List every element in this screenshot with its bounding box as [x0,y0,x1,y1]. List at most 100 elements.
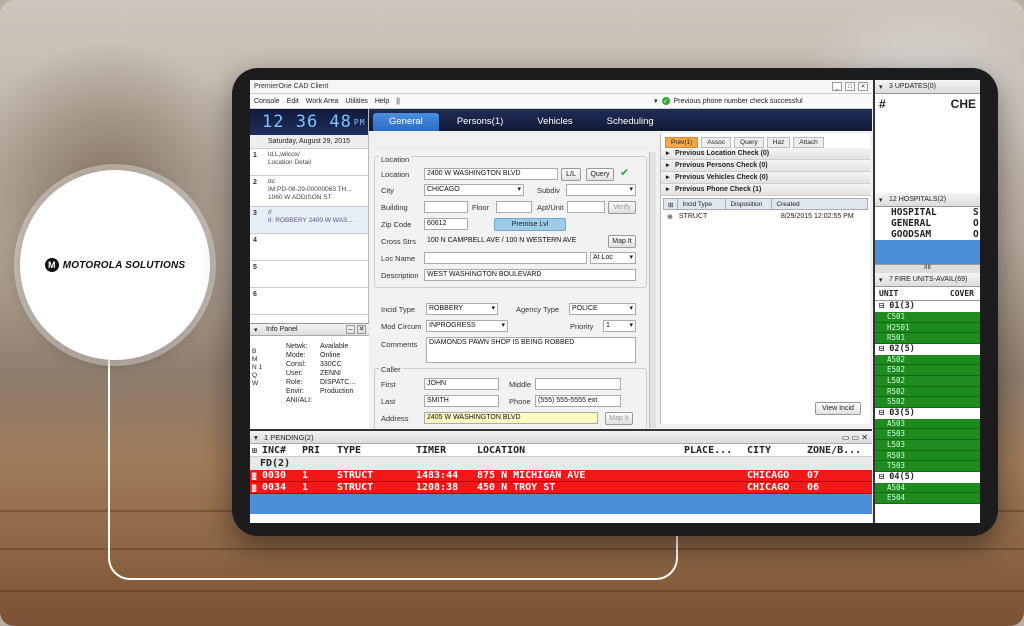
prev-location-check[interactable]: Previous Location Check (0) [661,148,870,160]
col-location[interactable]: LOCATION [477,445,525,456]
col-cover[interactable]: COVER [950,289,974,298]
work-slot-6[interactable]: 6 [250,288,368,315]
tab-assoc[interactable]: Assoc [701,137,732,148]
col-disposition[interactable]: Disposition [726,199,773,209]
pending-row[interactable]: ◙ 0034 1 STRUCT 1208:38 450 N TROY ST CH… [250,482,872,494]
unit-group[interactable]: ⊟ 04(5) [875,472,980,483]
address-input[interactable]: 2405 W WASHINGTON BLVD [424,412,598,424]
loc-name-input[interactable] [424,252,587,264]
menu-work-area[interactable]: Work Area [306,98,339,105]
unit-row[interactable]: S502 [875,397,980,408]
first-name-input[interactable]: JOHN [424,378,499,390]
hospital-row[interactable]: GOODSAM O [875,229,980,240]
unit-row[interactable]: A504 [875,482,980,494]
hospital-row[interactable]: HOSPITAL S [875,207,980,218]
tab-general[interactable]: General [373,113,439,131]
col-timer[interactable]: TIMER [416,445,446,456]
priority-select[interactable]: 1 [603,320,636,332]
phone-check-row[interactable]: ⊕ STRUCT 8/29/2015 12:02:55 PM [661,210,870,221]
pause-icon[interactable]: || [396,98,400,105]
phone-input[interactable]: (555) 555-5555 ext [535,395,621,407]
col-inc[interactable]: INC# [262,445,286,456]
city-select[interactable]: CHICAGO [424,184,524,196]
query-button[interactable]: Query [586,168,614,181]
unit-row[interactable]: A502 [875,354,980,366]
unit-row[interactable]: H2501 [875,322,980,334]
floor-input[interactable] [496,201,532,213]
unit-row[interactable]: C501 [875,312,980,323]
tab-vehicles[interactable]: Vehicles [521,113,588,131]
col-place[interactable]: PLACE... [684,445,732,456]
mod-circum-select[interactable]: INPROGRESS [426,320,508,332]
collapse-icon[interactable]: ▾ [254,326,258,334]
building-input[interactable] [424,201,468,213]
pending-row[interactable]: ◙ 0030 1 STRUCT 1483:44 875 N MICHIGAN A… [250,470,872,482]
subdiv-select[interactable] [566,184,636,196]
expand-icon[interactable]: ⊕ [667,213,673,221]
tab-scheduling[interactable]: Scheduling [591,113,670,131]
hospital-row[interactable]: GENERAL O [875,218,980,229]
at-loc-select[interactable]: At Loc [590,252,636,264]
col-pri[interactable]: PRI [302,445,320,456]
col-city[interactable]: CITY [747,445,771,456]
incid-type-select[interactable]: ROBBERY [426,303,498,315]
updates-col-hash[interactable]: # [879,97,886,111]
tab-prev[interactable]: Prev(1) [665,137,699,148]
work-slot-5[interactable]: 5 [250,261,368,288]
map-it-button[interactable]: Map It [608,235,636,248]
verify-button[interactable]: Verify [608,201,636,214]
last-name-input[interactable]: SMITH [424,395,499,407]
comments-input[interactable]: DIAMONDS PAWN SHOP IS BEING ROBBED [426,337,636,363]
hospitals-header[interactable]: 12 HOSPITALS(2) [875,193,980,207]
location-input[interactable]: 2400 W WASHINGTON BLVD [424,168,558,180]
verify-location-icon[interactable]: ✔ [620,166,629,179]
close-button[interactable]: ✕ [858,82,868,91]
prev-vehicles-check[interactable]: Previous Vehicles Check (0) [661,172,870,184]
fire-units-header[interactable]: 7 FIRE UNITS-AVAIL(69) [875,273,980,287]
prev-phone-check[interactable]: Previous Phone Check (1) [661,184,870,196]
tab-attach[interactable]: Attach [793,137,824,148]
zip-input[interactable]: 60612 [424,218,468,230]
unit-row[interactable]: L503 [875,439,980,451]
menu-utilities[interactable]: Utilities [345,98,368,105]
tab-persons[interactable]: Persons(1) [441,113,519,131]
unit-row[interactable]: L502 [875,375,980,387]
menu-edit[interactable]: Edit [287,98,299,105]
unit-row[interactable]: T503 [875,461,980,472]
pending-group-fd[interactable]: FD(2) [250,457,872,470]
unit-row[interactable]: R502 [875,386,980,398]
menu-console[interactable]: Console [254,98,280,105]
col-incid-type[interactable]: Incid Type [678,199,727,209]
minimize-button[interactable]: _ [832,82,842,91]
view-incid-button[interactable]: View Incid [815,402,861,415]
unit-group[interactable]: ⊟ 02(5) [875,344,980,355]
unit-row[interactable]: R503 [875,450,980,462]
unit-group[interactable]: ⊟ 03(5) [875,408,980,419]
agency-type-select[interactable]: POLICE [569,303,636,315]
menu-help[interactable]: Help [375,98,389,105]
updates-header[interactable]: 3 UPDATES(0) [875,80,980,94]
unit-row[interactable]: R501 [875,333,980,344]
col-created[interactable]: Created [772,199,803,209]
map-it-caller-button[interactable]: Map It [605,412,633,425]
updates-col-che[interactable]: CHE [951,97,976,111]
apt-input[interactable] [567,201,605,213]
col-type[interactable]: TYPE [337,445,361,456]
col-zone[interactable]: ZONE/B... [807,445,861,456]
dropdown-arrow-icon[interactable]: ▾ [654,97,658,105]
close-panel-icon[interactable]: ✕ [357,325,366,334]
middle-name-input[interactable] [535,378,621,390]
work-slot-2[interactable]: 2 dc IM:PD-08-29-00000063 TH... 1060 W ADDI… [250,176,368,207]
premise-level-button[interactable]: Premise Lvl [494,218,566,231]
unit-group[interactable]: ⊟ 01(3) [875,301,980,312]
prev-persons-check[interactable]: Previous Persons Check (0) [661,160,870,172]
tab-query[interactable]: Query [734,137,764,148]
tab-haz[interactable]: Haz [766,137,791,148]
unit-row[interactable]: E502 [875,365,980,376]
maximize-button[interactable]: □ [845,82,855,91]
work-slot-4[interactable]: 4 [250,234,368,261]
ll-button[interactable]: L/L [561,168,581,181]
horizontal-scrollbar[interactable]: IIII [875,264,980,273]
unit-row[interactable]: A503 [875,418,980,430]
unit-row[interactable]: E503 [875,429,980,440]
